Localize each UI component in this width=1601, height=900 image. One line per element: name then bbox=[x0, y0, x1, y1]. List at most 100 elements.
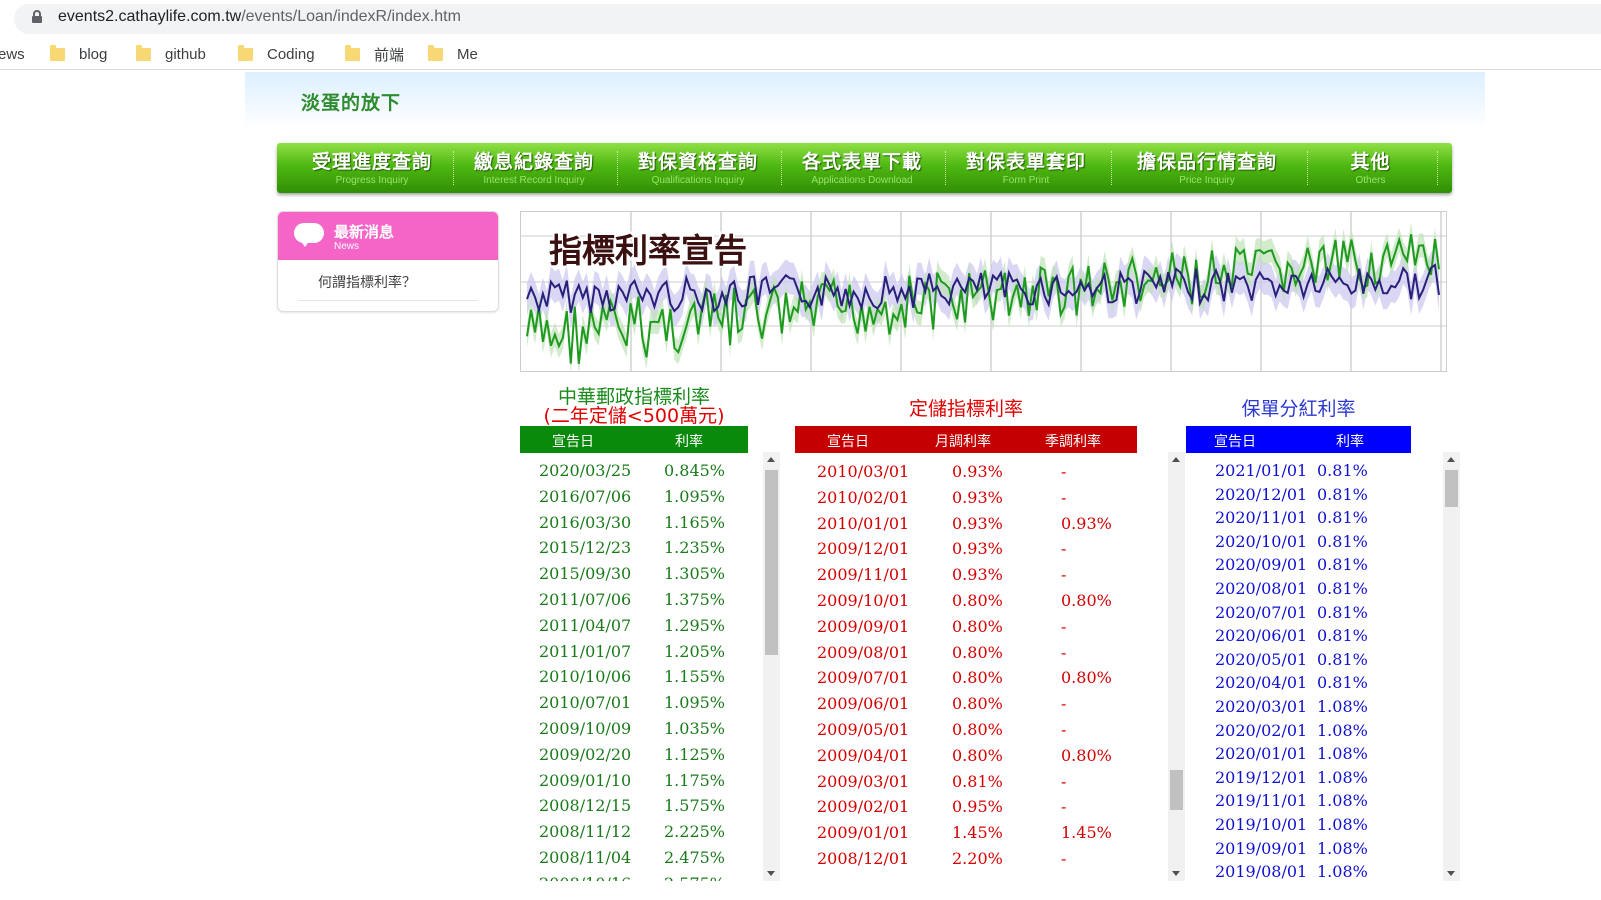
nav-sublabel: Form Print bbox=[1002, 175, 1050, 186]
folder-icon bbox=[238, 44, 253, 61]
table-cell: 1.45% bbox=[1061, 823, 1112, 843]
table-cell: 0.80% bbox=[1061, 591, 1112, 610]
bookmark-me[interactable]: Me bbox=[428, 44, 478, 64]
table-cell: 0.80% bbox=[1061, 745, 1112, 765]
site-header bbox=[245, 72, 1485, 128]
table-cell: 2020/12/01 bbox=[1215, 484, 1308, 504]
table-cell: 2.475% bbox=[664, 848, 726, 867]
table-cell: - bbox=[1061, 539, 1067, 559]
bookmark-blog[interactable]: blog bbox=[50, 44, 107, 64]
table-cell: - bbox=[1061, 797, 1067, 817]
scroll-down-arrow-icon[interactable] bbox=[1172, 871, 1180, 876]
nav-price-inquiry[interactable]: 擔保品行情查詢 Price Inquiry bbox=[1117, 147, 1297, 189]
table-cell: 2019/08/01 bbox=[1215, 862, 1308, 881]
deposit-table-scrollbar[interactable] bbox=[1168, 452, 1185, 881]
nav-applications-download[interactable]: 各式表單下載 Applications Download bbox=[787, 147, 937, 189]
table-cell: 1.08% bbox=[1317, 720, 1368, 740]
site-title[interactable]: 淡蛋的放下 bbox=[301, 88, 401, 115]
table-cell: 2011/07/06 bbox=[539, 590, 632, 609]
table-cell: - bbox=[1061, 771, 1067, 791]
scroll-down-arrow-icon[interactable] bbox=[1447, 871, 1455, 876]
url-text[interactable]: events2.cathaylife.com.tw/events/Loan/in… bbox=[58, 8, 461, 26]
bookmark-frontend[interactable]: 前端 bbox=[345, 44, 404, 64]
post-table-body: 2020/03/25 0.845% 2016/07/06 1.095% 2016/03/… bbox=[520, 461, 760, 881]
table-cell: 2010/02/01 bbox=[817, 487, 910, 507]
scroll-thumb[interactable] bbox=[1445, 470, 1458, 507]
table-cell: 2010/03/01 bbox=[817, 462, 910, 481]
post-table-header: 宣告日 利率 bbox=[520, 426, 748, 453]
table-cell: 2010/07/01 bbox=[539, 693, 632, 713]
table-cell: 2020/10/01 bbox=[1215, 531, 1308, 551]
table-cell: 2020/06/01 bbox=[1215, 626, 1308, 646]
table-cell: 1.08% bbox=[1317, 767, 1368, 787]
folder-icon bbox=[50, 44, 65, 61]
nav-label: 對保資格查詢 bbox=[637, 151, 758, 173]
nav-sublabel: Interest Record Inquiry bbox=[483, 175, 585, 186]
table-cell: 0.81% bbox=[1317, 579, 1368, 598]
table-cell: 2020/03/01 bbox=[1215, 697, 1308, 716]
news-link-index-rate[interactable]: 何謂指標利率？ bbox=[318, 272, 416, 292]
policy-table-header: 宣告日 利率 bbox=[1186, 426, 1411, 453]
column-header: 宣告日 bbox=[827, 434, 869, 450]
table-cell: 0.80% bbox=[952, 694, 1003, 714]
table-cell: 2008/10/16 bbox=[539, 874, 631, 881]
scroll-thumb[interactable] bbox=[765, 470, 778, 655]
table-cell: 2009/07/01 bbox=[817, 668, 910, 688]
nav-progress-inquiry[interactable]: 受理進度查詢 Progress Inquiry bbox=[297, 147, 447, 189]
table-cell: 2015/09/30 bbox=[539, 564, 632, 584]
folder-icon bbox=[136, 44, 151, 61]
nav-form-print[interactable]: 對保表單套印 Form Print bbox=[951, 147, 1101, 189]
table-cell: 2.225% bbox=[664, 822, 726, 842]
nav-label: 繳息紀錄查詢 bbox=[473, 151, 594, 173]
scroll-down-arrow-icon[interactable] bbox=[767, 871, 775, 876]
table-cell: 2009/09/01 bbox=[817, 616, 910, 636]
nav-divider bbox=[1111, 151, 1112, 185]
post-table-title: 中華郵政指標利率 (二年定儲<500萬元) bbox=[520, 388, 748, 426]
table-cell: 0.81% bbox=[1317, 602, 1368, 622]
table-cell: 0.93% bbox=[952, 539, 1003, 559]
table-cell: 0.93% bbox=[952, 565, 1003, 585]
table-cell: 2.20% bbox=[952, 849, 1003, 868]
scroll-up-arrow-icon[interactable] bbox=[1172, 457, 1180, 462]
folder-icon bbox=[428, 44, 443, 61]
table-cell: 0.93% bbox=[952, 462, 1003, 481]
bookmark-news[interactable]: ews bbox=[0, 44, 25, 64]
table-cell: 0.81% bbox=[1317, 673, 1368, 693]
bookmark-github[interactable]: github bbox=[136, 44, 206, 64]
nav-sublabel: Qualifications Inquiry bbox=[651, 175, 745, 186]
nav-interest-record[interactable]: 繳息紀錄查詢 Interest Record Inquiry bbox=[459, 147, 609, 189]
post-table-scrollbar[interactable] bbox=[763, 452, 780, 881]
table-cell: 1.035% bbox=[664, 719, 726, 738]
table-cell: 1.08% bbox=[1317, 838, 1368, 858]
table-cell: 2016/07/06 bbox=[539, 486, 632, 506]
table-cell: 1.175% bbox=[664, 770, 726, 790]
scroll-up-arrow-icon[interactable] bbox=[767, 457, 775, 462]
nav-qualifications[interactable]: 對保資格查詢 Qualifications Inquiry bbox=[623, 147, 773, 189]
table-cell: 1.08% bbox=[1317, 791, 1368, 811]
table-cell: 0.81% bbox=[1317, 555, 1368, 575]
main-nav: 受理進度查詢 Progress Inquiry 繳息紀錄查詢 Interest … bbox=[277, 143, 1452, 193]
table-cell: 0.93% bbox=[952, 487, 1003, 507]
policy-table-scrollbar[interactable] bbox=[1443, 452, 1460, 881]
table-cell: 2009/02/01 bbox=[817, 797, 910, 817]
table-cell: 0.80% bbox=[952, 668, 1003, 688]
table-cell: 2015/12/23 bbox=[539, 538, 632, 558]
table-cell: 2020/01/01 bbox=[1215, 744, 1308, 764]
table-cell: 2008/11/12 bbox=[539, 822, 632, 842]
table-cell: 0.81% bbox=[1317, 508, 1368, 528]
nav-others[interactable]: 其他 Others bbox=[1313, 147, 1428, 189]
table-cell: 2011/01/07 bbox=[539, 641, 632, 661]
table-cell: 0.81% bbox=[1317, 626, 1368, 646]
scroll-thumb[interactable] bbox=[1170, 770, 1183, 810]
table-cell: - bbox=[1061, 694, 1067, 714]
lock-icon[interactable] bbox=[32, 10, 42, 23]
table-cell: 0.80% bbox=[1061, 668, 1112, 688]
news-title: 最新消息 bbox=[334, 223, 395, 241]
table-cell: 2009/10/09 bbox=[539, 719, 632, 738]
bookmark-coding[interactable]: Coding bbox=[238, 44, 315, 64]
scroll-up-arrow-icon[interactable] bbox=[1447, 457, 1455, 462]
table-cell: 1.165% bbox=[664, 512, 726, 532]
table-cell: 2008/12/01 bbox=[817, 849, 910, 868]
table-cell: 1.08% bbox=[1317, 862, 1368, 881]
table-cell: 2009/01/01 bbox=[817, 823, 910, 843]
